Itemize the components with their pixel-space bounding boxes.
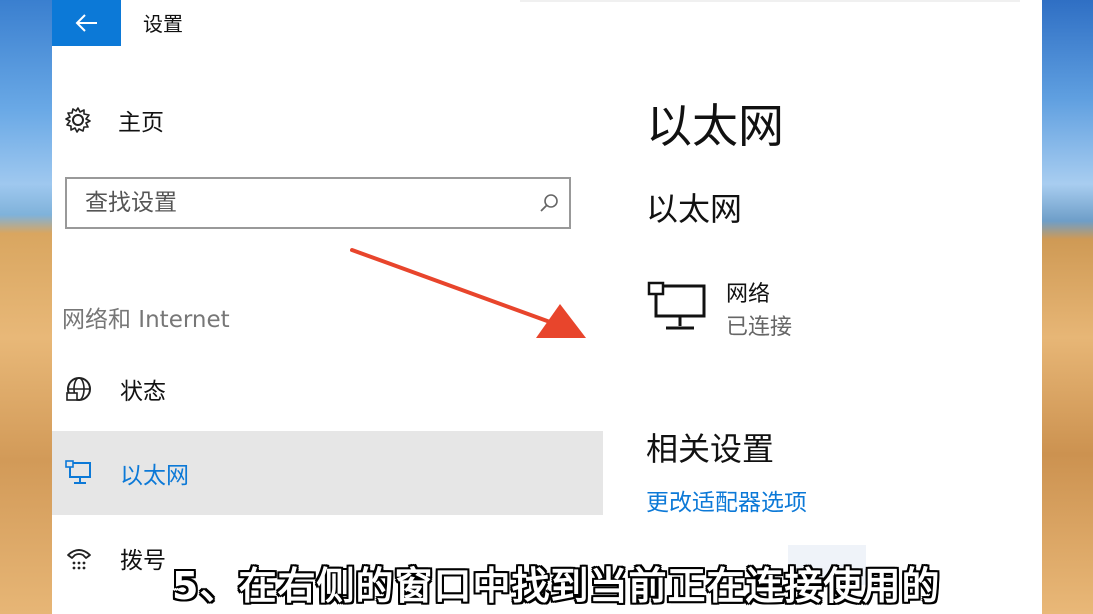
sidebar-item-label: 状态 (120, 379, 166, 405)
sidebar-item-label: 拨号 (120, 548, 166, 574)
search-input[interactable] (67, 189, 529, 217)
sidebar-item-status[interactable]: 状态 (52, 347, 603, 431)
background-right (1042, 0, 1093, 614)
network-monitor-icon (647, 281, 706, 330)
change-adapter-options-link[interactable]: 更改适配器选项 (646, 483, 807, 517)
search-icon[interactable] (529, 183, 569, 223)
globe-icon (64, 374, 94, 404)
search-box[interactable] (65, 177, 571, 229)
back-button[interactable] (52, 0, 121, 46)
window-title: 设置 (143, 12, 183, 36)
dialup-phone-icon (64, 543, 94, 573)
gear-icon (65, 107, 91, 133)
background-left (0, 0, 52, 614)
network-status: 已连接 (726, 315, 793, 340)
back-arrow-icon (75, 14, 97, 32)
section-title-ethernet: 以太网 (646, 190, 743, 228)
sidebar-home-label: 主页 (118, 110, 164, 136)
settings-window: 设置 主页 网络和 Internet 状态 (52, 0, 1042, 614)
page-title: 以太网 (646, 99, 784, 153)
sidebar-item-ethernet[interactable]: 以太网 (52, 431, 603, 515)
sidebar-section-header: 网络和 Internet (62, 307, 230, 333)
subtitle-caption: 5、在右侧的窗口中找到当前正在连接使用的 (172, 564, 941, 608)
sidebar-home[interactable]: 主页 (64, 103, 164, 137)
related-settings-title: 相关设置 (646, 430, 775, 468)
network-connection-tile[interactable]: 网络 已连接 (646, 280, 792, 346)
sidebar-item-label: 以太网 (120, 463, 189, 489)
title-bar-divider (520, 0, 1020, 2)
annotation-arrow (350, 248, 586, 338)
network-name: 网络 (726, 282, 771, 307)
ethernet-monitor-icon (64, 458, 94, 488)
